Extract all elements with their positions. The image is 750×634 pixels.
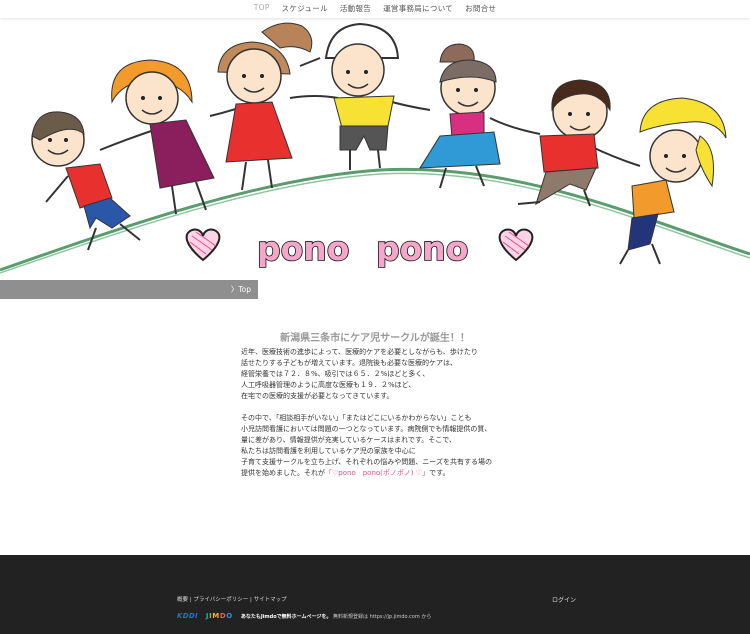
jimdo-letter: M	[212, 612, 220, 620]
article-line: 近年、医療技術の進歩によって、医療的ケアを必要としながらも、歩けたり	[241, 348, 478, 356]
login-link[interactable]: ログイン	[552, 595, 576, 604]
child-6	[517, 79, 611, 207]
heart-right	[498, 228, 534, 262]
article-line: 話せたりする子どもが増えています。退院後も必要な医療的ケアは、	[241, 359, 457, 367]
jimdo-letter: O	[226, 612, 233, 620]
article-line: 小児訪問看護においては問題の一つとなっています。病院側でも情報提供の質、	[241, 425, 492, 433]
top-navigation: TOP スケジュール 活動報告 運営事務局について お問合せ	[0, 0, 750, 18]
article-line: 量に差があり、情報提供が充実しているケースはまれです。そこで、	[241, 436, 456, 444]
footer-links[interactable]: 概要 | プライバシーポリシー | サイトマップ	[177, 595, 287, 603]
breadcrumb-top-link[interactable]: 〉Top	[231, 284, 251, 295]
article-line: 経管栄養では７２．８%、吸引では６５．２%ほどと多く、	[241, 370, 430, 378]
last-line-pre: 提供を始めました。それが	[241, 469, 325, 477]
last-line-post: です。	[429, 469, 450, 477]
jimdo-logo[interactable]: JIMDO	[206, 612, 233, 620]
child-3	[217, 22, 313, 191]
jimdo-promo-rest: 無料新規登録は https://jp.jimdo.com から	[331, 613, 432, 620]
article-line: その中で、「相談相手がいない」「またはどこにいるかわからない」ことも	[241, 414, 472, 422]
hero-illustration: pono pono	[0, 18, 750, 280]
jimdo-promo[interactable]: あなたもJimdoで無料ホームページを。 無料新規登録は https://jp.…	[241, 613, 431, 620]
logo-word-right: pono	[376, 229, 468, 268]
footer-brands: KDDI JIMDO あなたもJimdoで無料ホームページを。 無料新規登録は …	[177, 612, 431, 620]
children-holding-hands-illustration: pono pono	[0, 22, 750, 274]
child-5	[419, 43, 501, 189]
article-body: 近年、医療技術の進歩によって、医療的ケアを必要としながらも、歩けたり 話せたりす…	[241, 347, 516, 479]
breadcrumb-bar: 〉Top	[0, 280, 258, 299]
nav-item-contact[interactable]: お問合せ	[459, 3, 502, 14]
jimdo-promo-bold: あなたもJimdoで無料ホームページを。	[240, 613, 332, 620]
nav-item-activity-report[interactable]: 活動報告	[334, 3, 377, 14]
kddi-logo[interactable]: KDDI	[177, 612, 198, 620]
child-2	[111, 59, 215, 215]
nav-item-top[interactable]: TOP	[248, 3, 276, 14]
footer: 概要 | プライバシーポリシー | サイトマップ ログイン KDDI JIMDO…	[0, 555, 750, 634]
nav-item-schedule[interactable]: スケジュール	[276, 3, 334, 14]
article-line: 私たちは訪問看護を利用しているケア児の家族を中心に	[241, 447, 416, 455]
heart-left	[185, 228, 221, 262]
pono-pono-highlight: 「♡pono pono(ポノポノ) ♡」	[325, 469, 430, 477]
article-last-line: 提供を始めました。それが「♡pono pono(ポノポノ) ♡」です。	[241, 468, 516, 479]
article-line: 子育て支援サークルを立ち上げ、それぞれの悩みや問題、ニーズを共有する場の	[241, 458, 492, 466]
logo-word-left: pono	[257, 229, 349, 268]
nav-item-about-office[interactable]: 運営事務局について	[377, 3, 459, 14]
article-line: 在宅での医療的支援が必要となってきています。	[241, 392, 394, 400]
article-line: 人工呼吸器管理のように高度な医療も１９．２%ほど、	[241, 381, 416, 389]
article-heading: 新潟県三条市にケア児サークルが誕生！！	[280, 333, 470, 344]
